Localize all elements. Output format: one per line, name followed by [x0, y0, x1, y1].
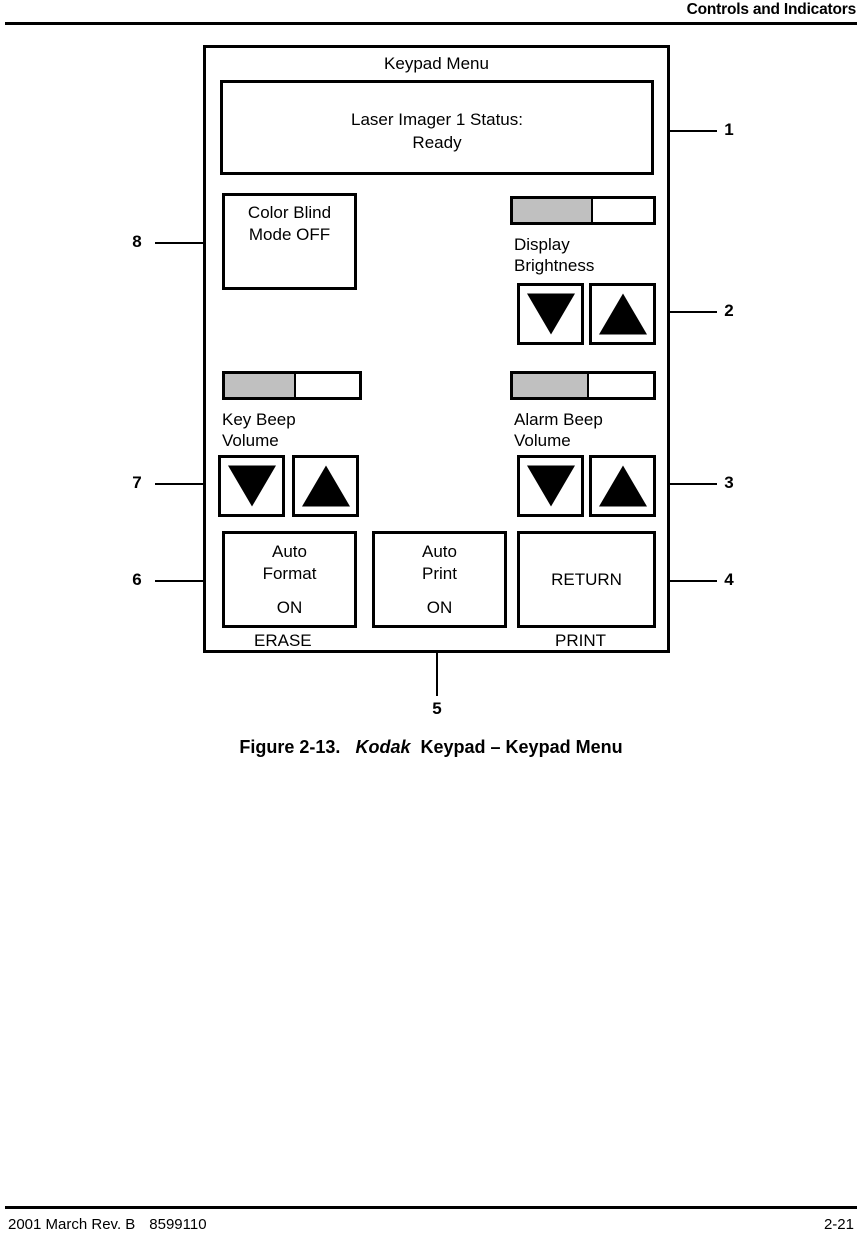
keypad-panel: Keypad Menu Laser Imager 1 Status: Ready… [203, 45, 670, 653]
display-brightness-gauge [510, 196, 656, 225]
auto-format-button[interactable]: Auto Format ON [222, 531, 357, 628]
triangle-down-icon [526, 465, 575, 507]
keypad-menu-title: Keypad Menu [384, 54, 489, 73]
figure-2-13: 1 2 3 4 5 6 7 8 Keypad Menu Laser Imager… [0, 0, 862, 790]
display-brightness-gauge-fill [513, 199, 593, 222]
callout-number-1: 1 [724, 120, 734, 139]
status-display-window: Laser Imager 1 Status: Ready [220, 80, 654, 175]
auto-format-label: Auto Format [262, 542, 317, 583]
footer-page-number: 2-21 [823, 1216, 854, 1233]
alarm-beep-volume-gauge-fill [513, 374, 589, 397]
auto-format-value: ON [276, 598, 303, 617]
alarm-beep-volume-decrease-button[interactable] [517, 455, 584, 517]
figure-caption-text: Keypad – Keypad Menu [420, 737, 623, 757]
triangle-up-icon [598, 293, 647, 335]
key-beep-volume-decrease-button[interactable] [218, 455, 285, 517]
key-beep-volume-increase-button[interactable] [292, 455, 359, 517]
color-blind-mode-button[interactable]: Color Blind Mode OFF [222, 193, 357, 290]
footer-left-group: 2001 March Rev. B 8599110 [8, 1216, 207, 1233]
triangle-up-icon [598, 465, 647, 507]
footer-document-number: 8599110 [149, 1216, 207, 1233]
display-brightness-label: Display Brightness [514, 235, 595, 275]
erase-legend: ERASE [254, 631, 312, 650]
callout-number-4: 4 [724, 570, 734, 589]
display-brightness-decrease-button[interactable] [517, 283, 584, 345]
alarm-beep-volume-label: Alarm Beep Volume [514, 410, 603, 450]
figure-caption-brand: Kodak [355, 737, 411, 757]
callout-number-2: 2 [724, 301, 734, 320]
footer-divider-rule [5, 1206, 857, 1209]
auto-print-value: ON [426, 598, 453, 617]
callout-number-7: 7 [132, 473, 142, 492]
display-brightness-increase-button[interactable] [589, 283, 656, 345]
return-button[interactable]: RETURN [517, 531, 656, 628]
callout-number-6: 6 [132, 570, 142, 589]
callout-number-3: 3 [724, 473, 734, 492]
figure-caption: Figure 2-13. Kodak Keypad – Keypad Menu [0, 737, 862, 758]
alarm-beep-volume-increase-button[interactable] [589, 455, 656, 517]
color-blind-mode-label: Color Blind Mode OFF [247, 203, 332, 244]
triangle-down-icon [526, 293, 575, 335]
page-footer: 2001 March Rev. B 8599110 2-21 [0, 1194, 862, 1244]
key-beep-volume-gauge-fill [225, 374, 297, 397]
triangle-down-icon [227, 465, 276, 507]
triangle-up-icon [301, 465, 350, 507]
auto-print-label: Auto Print [422, 542, 457, 583]
figure-caption-number: Figure 2-13. [239, 737, 341, 757]
callout-number-5: 5 [432, 699, 442, 718]
key-beep-volume-label: Key Beep Volume [222, 410, 296, 450]
footer-revision-date: 2001 March Rev. B [8, 1216, 136, 1233]
print-legend: PRINT [555, 631, 606, 650]
auto-print-button[interactable]: Auto Print ON [372, 531, 507, 628]
return-button-label: RETURN [551, 569, 622, 589]
status-display-text: Laser Imager 1 Status: Ready [351, 110, 523, 152]
callout-number-8: 8 [132, 232, 142, 251]
key-beep-volume-gauge [222, 371, 362, 400]
alarm-beep-volume-gauge [510, 371, 656, 400]
